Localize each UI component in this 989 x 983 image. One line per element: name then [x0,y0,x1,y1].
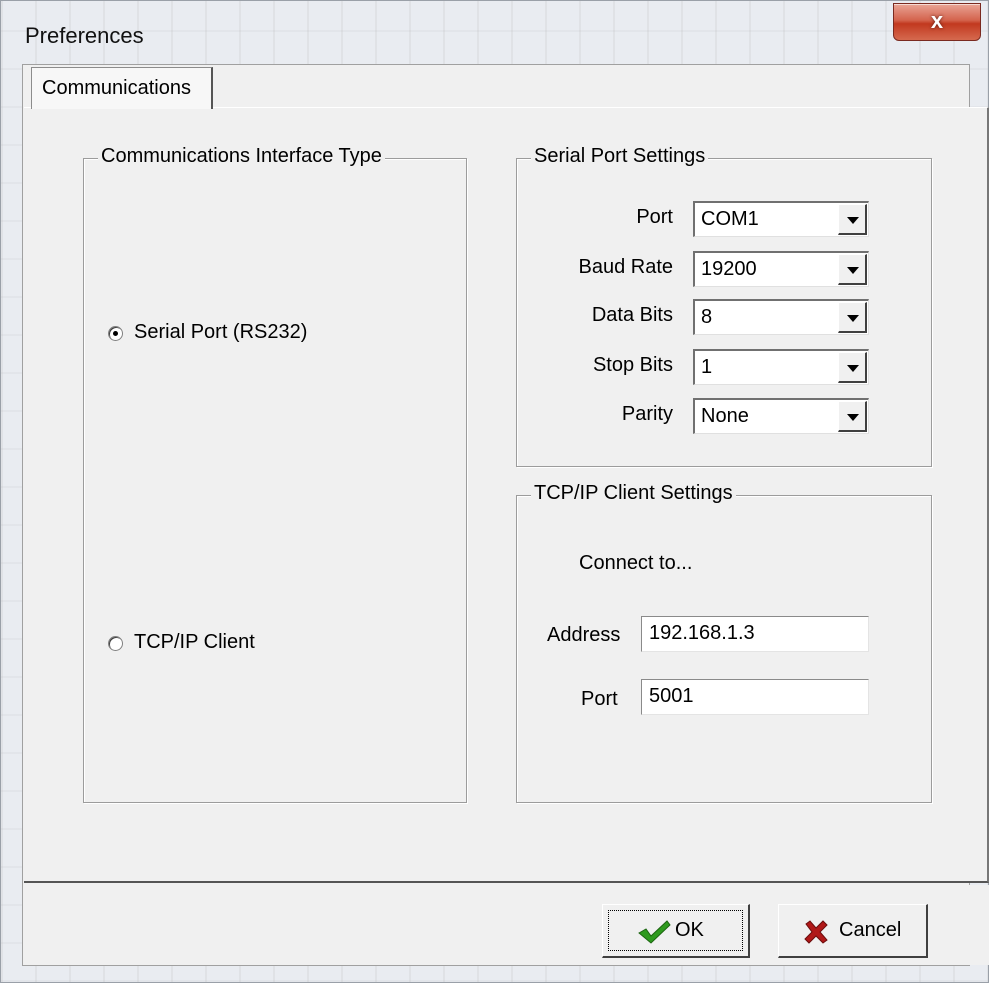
interface-type-group: Communications Interface Type Serial Por… [83,145,467,803]
radio-serial-port-label: Serial Port (RS232) [134,321,308,343]
close-icon: x [930,8,944,33]
port-label: Port [636,206,673,228]
stop-bits-label: Stop Bits [592,354,673,376]
x-mark-icon [804,920,828,944]
close-button[interactable]: x [893,3,981,41]
connect-to-text: Connect to... [579,552,693,574]
baud-rate-label: Baud Rate [578,256,673,278]
window-title: Preferences [25,23,144,48]
chevron-down-icon[interactable] [838,302,867,333]
tab-page-communications: Communications Interface Type Serial Por… [24,107,989,883]
baud-rate-select[interactable]: 19200 [693,251,869,287]
interface-type-legend: Communications Interface Type [98,145,385,168]
data-bits-select[interactable]: 8 [693,299,869,335]
data-bits-select-value: 8 [701,306,713,328]
ok-button[interactable]: OK [602,904,750,958]
tcp-port-label: Port [581,688,618,710]
stop-bits-select[interactable]: 1 [693,349,869,385]
chevron-down-icon[interactable] [838,401,867,432]
cancel-button-label: Cancel [839,919,902,941]
chevron-down-icon[interactable] [838,254,867,285]
parity-select-value: None [701,405,749,427]
data-bits-label: Data Bits [591,304,673,326]
tab-label: Communications [42,77,191,99]
chevron-down-icon[interactable] [838,204,867,235]
port-select-value: COM1 [701,208,759,230]
address-label: Address [547,624,621,646]
tcp-port-field-value: 5001 [649,685,694,707]
tcp-port-field[interactable]: 5001 [641,679,869,715]
preferences-window: Preferences x Communications Communicati… [0,0,989,983]
ok-button-label: OK [675,919,704,941]
checkmark-icon [638,920,671,944]
dialog-button-bar: OK Cancel [24,885,989,965]
radio-serial-port-button[interactable] [108,326,123,341]
address-field[interactable]: 192.168.1.3 [641,616,869,652]
baud-rate-select-value: 19200 [701,258,757,280]
port-select[interactable]: COM1 [693,201,869,237]
cancel-button[interactable]: Cancel [778,904,928,958]
radio-serial-port[interactable]: Serial Port (RS232) [104,319,404,349]
parity-label: Parity [621,403,673,425]
tab-communications[interactable]: Communications [31,67,213,109]
radio-tcpip-client[interactable]: TCP/IP Client [104,629,404,659]
chevron-down-icon[interactable] [838,352,867,383]
serial-port-settings-legend: Serial Port Settings [531,145,709,168]
serial-port-settings-group: Serial Port Settings Port COM1 Baud Rate… [516,145,932,467]
radio-tcpip-client-button[interactable] [108,636,123,651]
parity-select[interactable]: None [693,398,869,434]
tcpip-client-settings-group: TCP/IP Client Settings Connect to... Add… [516,482,932,803]
tcpip-client-settings-legend: TCP/IP Client Settings [531,482,736,505]
address-field-value: 192.168.1.3 [649,622,755,644]
stop-bits-select-value: 1 [701,356,713,378]
radio-tcpip-client-label: TCP/IP Client [134,631,255,653]
